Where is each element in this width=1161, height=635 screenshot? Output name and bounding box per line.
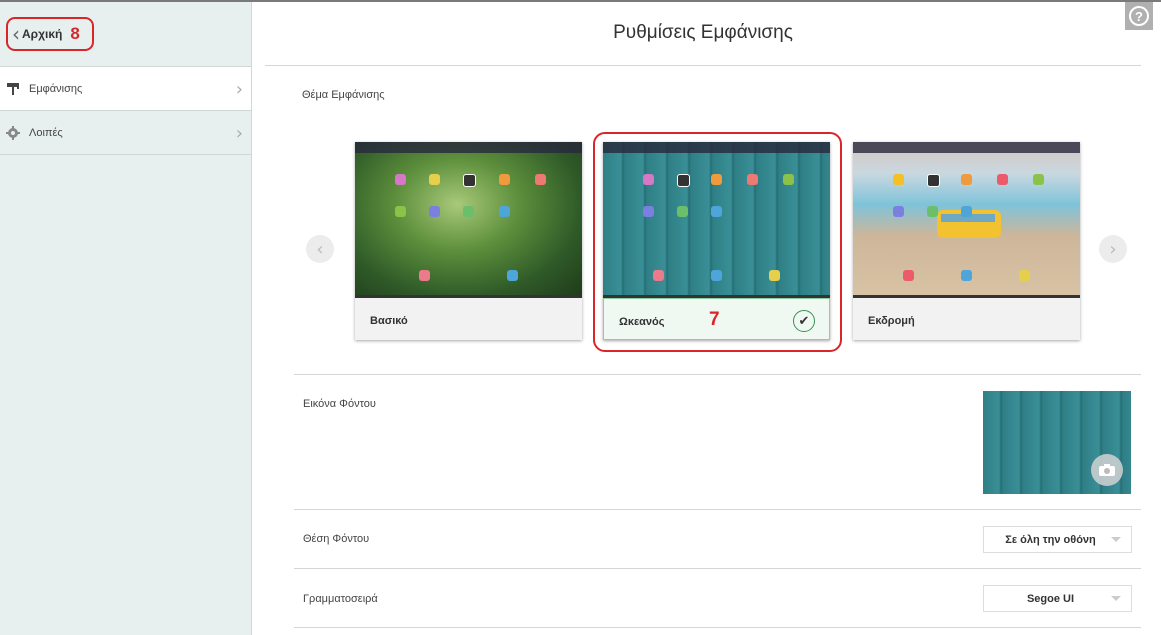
theme-preview-basic	[355, 142, 582, 298]
camera-icon[interactable]	[1091, 454, 1123, 486]
gear-icon	[6, 125, 20, 140]
page-title: Ρυθμίσεις Εμφάνισης	[613, 22, 793, 43]
background-position-label: Θέση Φόντου	[303, 533, 370, 545]
paint-roller-icon	[6, 82, 20, 96]
divider	[294, 568, 1141, 569]
background-position-select[interactable]: Σε όλη την οθόνη	[983, 526, 1132, 553]
chevron-down-icon	[1111, 537, 1121, 542]
sidebar-item-appearance[interactable]: Εμφάνισης ›	[0, 67, 251, 111]
chevron-right-icon: ›	[235, 79, 243, 100]
chevron-down-icon	[1111, 596, 1121, 601]
carousel-prev-button[interactable]: ‹	[306, 235, 334, 263]
select-value: Segoe UI	[1026, 592, 1075, 605]
theme-preview-ocean	[603, 142, 830, 298]
select-value: Σε όλη την οθόνη	[1005, 533, 1096, 546]
background-image-label: Εικόνα Φόντου	[303, 398, 376, 410]
sidebar-header: ‹ Αρχική 8	[0, 2, 251, 67]
theme-caption: Βασικό	[355, 298, 582, 340]
chevron-right-icon: ›	[1109, 238, 1117, 260]
theme-card-excursion[interactable]: Εκδρομή	[853, 142, 1080, 340]
theme-name: Βασικό	[370, 315, 408, 327]
chevron-left-icon: ‹	[316, 238, 324, 260]
divider	[294, 509, 1141, 510]
divider	[294, 627, 1141, 628]
annotation-number-8: 8	[70, 24, 80, 43]
sidebar-item-other[interactable]: Λοιπές ›	[0, 111, 251, 155]
theme-caption: Εκδρομή	[853, 298, 1080, 340]
background-image-preview[interactable]	[983, 391, 1131, 494]
font-label: Γραμματοσειρά	[303, 593, 378, 605]
theme-section-label: Θέμα Εμφάνισης	[302, 89, 385, 101]
theme-name: Εκδρομή	[868, 315, 915, 327]
sidebar-item-label: Λοιπές	[29, 126, 63, 139]
home-back-button[interactable]: ‹ Αρχική 8	[6, 17, 94, 51]
sidebar: ‹ Αρχική 8 Εμφάνισης › Λοιπές ›	[0, 2, 252, 635]
divider	[294, 374, 1141, 375]
chevron-left-icon: ‹	[12, 22, 20, 46]
chevron-right-icon: ›	[235, 123, 243, 144]
carousel-next-button[interactable]: ›	[1099, 235, 1127, 263]
theme-card-basic[interactable]: Βασικό	[355, 142, 582, 340]
divider	[265, 65, 1141, 66]
theme-preview-excursion	[853, 142, 1080, 298]
checkmark-icon: ✔	[793, 310, 815, 332]
theme-name: Ωκεανός	[619, 316, 665, 328]
sidebar-item-label: Εμφάνισης	[29, 82, 83, 95]
annotation-number-7: 7	[709, 309, 720, 330]
font-select[interactable]: Segoe UI	[983, 585, 1132, 612]
home-label: Αρχική	[22, 27, 63, 41]
